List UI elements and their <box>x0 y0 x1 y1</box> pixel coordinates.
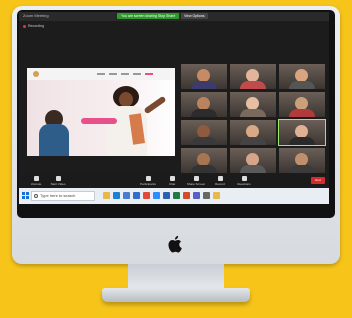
chrome-icon[interactable] <box>143 192 150 199</box>
zoom-screen: Zoom Meeting You are screen sharing Stop… <box>19 12 329 204</box>
search-icon <box>34 194 38 198</box>
nav-link <box>133 73 141 75</box>
windows-start-icon[interactable] <box>22 192 29 199</box>
nav-link <box>109 73 117 75</box>
excel-icon[interactable] <box>173 192 180 199</box>
control-label: Chat <box>168 182 176 186</box>
participant-tile[interactable] <box>181 148 227 173</box>
presenter-arm <box>143 95 167 115</box>
participant-tile[interactable] <box>278 119 326 146</box>
mail-icon[interactable] <box>133 192 140 199</box>
apple-logo-icon <box>168 235 182 253</box>
settings-icon[interactable] <box>203 192 210 199</box>
participant-body <box>240 109 266 117</box>
microphone-button[interactable]: Unmute <box>25 176 47 186</box>
powerpoint-icon[interactable] <box>183 192 190 199</box>
monitor-stand-base <box>102 288 250 302</box>
participant-tile[interactable] <box>230 148 276 173</box>
record-button[interactable]: Record <box>209 176 231 186</box>
participant-gallery <box>181 52 327 173</box>
control-label: Participants <box>140 182 156 186</box>
reactions-button[interactable]: Reactions <box>233 176 255 186</box>
participant-body <box>191 81 217 89</box>
search-placeholder: Type here to search <box>40 193 76 198</box>
share-screen-button[interactable]: Share Screen <box>185 176 207 186</box>
participant-tile[interactable] <box>181 92 227 117</box>
participant-body <box>240 137 266 145</box>
file-explorer-icon[interactable] <box>103 192 110 199</box>
folder-icon[interactable] <box>213 192 220 199</box>
presenter-face <box>119 92 133 107</box>
site-logo-icon <box>33 71 39 77</box>
end-meeting-button[interactable]: End <box>311 177 325 184</box>
control-label: Share Screen <box>186 182 206 186</box>
website-nav-bar <box>27 68 175 80</box>
view-options-button[interactable]: View Options <box>181 13 208 19</box>
control-label: Reactions <box>237 182 251 186</box>
screen-sharing-banner[interactable]: You are screen sharing Stop Share <box>117 13 180 19</box>
record-icon <box>217 176 223 181</box>
zoom-title-bar: Zoom Meeting You are screen sharing Stop… <box>19 12 329 21</box>
edge-icon[interactable] <box>113 192 120 199</box>
participant-tile[interactable] <box>279 148 325 173</box>
participant-body <box>289 165 315 173</box>
window-title: Zoom Meeting <box>23 13 49 18</box>
nav-link <box>145 73 153 75</box>
meeting-controls: End Unmute Start Video Participants Chat Sha… <box>19 174 329 188</box>
participant-body <box>289 81 315 89</box>
participant-tile[interactable] <box>181 120 227 145</box>
audience-body <box>39 124 69 156</box>
slide-cta-button[interactable] <box>81 118 117 124</box>
word-icon[interactable] <box>163 192 170 199</box>
participant-body <box>240 81 266 89</box>
taskbar-search-box[interactable]: Type here to search <box>31 191 95 201</box>
control-label: Start Video <box>50 182 66 186</box>
participants-button[interactable]: Participants <box>137 176 159 186</box>
participant-body <box>289 109 315 117</box>
participant-tile[interactable] <box>181 64 227 89</box>
nav-link <box>97 73 105 75</box>
hero-image <box>27 80 175 156</box>
microphone-icon <box>33 176 39 181</box>
nav-link <box>121 73 129 75</box>
video-camera-button[interactable]: Start Video <box>47 176 69 186</box>
participant-tile[interactable] <box>230 64 276 89</box>
control-label: Unmute <box>30 182 42 186</box>
participant-tile[interactable] <box>230 120 276 145</box>
participant-body <box>191 137 217 145</box>
participant-tile[interactable] <box>230 92 276 117</box>
control-label: Record <box>215 182 225 186</box>
monitor-stand-neck <box>128 264 224 290</box>
participant-body <box>191 109 217 117</box>
reactions-icon <box>241 176 247 181</box>
participant-body <box>191 165 217 173</box>
participant-body <box>289 137 315 145</box>
zoom-icon[interactable] <box>153 192 160 199</box>
participants-icon <box>145 176 151 181</box>
store-icon[interactable] <box>123 192 130 199</box>
recording-indicator: Recording <box>23 24 44 28</box>
teams-icon[interactable] <box>193 192 200 199</box>
share-screen-icon <box>193 176 199 181</box>
participant-tile[interactable] <box>279 92 325 117</box>
windows-taskbar: Type here to search <box>19 188 329 204</box>
participant-tile[interactable] <box>279 64 325 89</box>
chat-icon <box>169 176 175 181</box>
participant-body <box>240 165 266 173</box>
chat-button[interactable]: Chat <box>161 176 183 186</box>
shared-screen <box>27 68 175 156</box>
video-camera-icon <box>55 176 61 181</box>
